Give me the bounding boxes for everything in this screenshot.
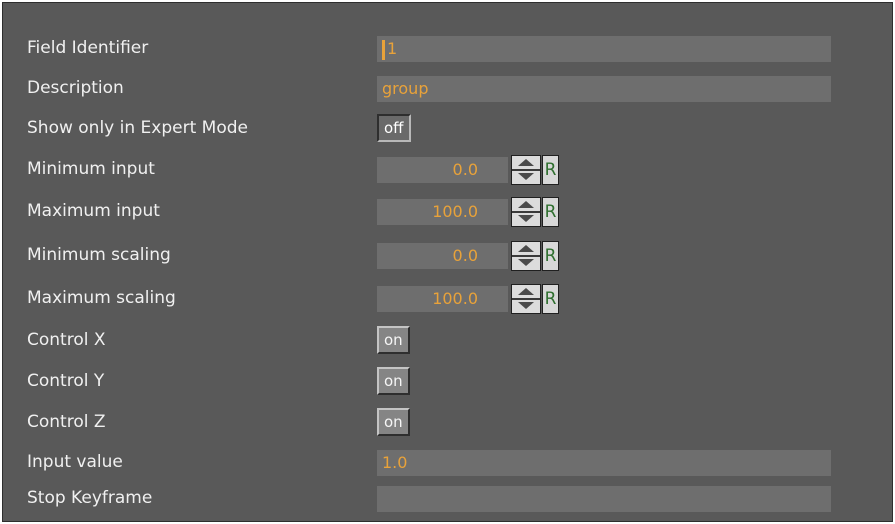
arrow-up-icon[interactable]: [518, 159, 534, 166]
minimum-input-field[interactable]: 0.0: [377, 157, 508, 183]
row-minimum-scaling: Minimum scaling 0.0 R: [3, 240, 894, 271]
minimum-scaling-reset-button[interactable]: R: [542, 241, 559, 271]
row-input-value: Input value 1.0: [3, 447, 894, 477]
arrow-down-icon[interactable]: [518, 215, 534, 222]
arrow-down-icon[interactable]: [518, 259, 534, 266]
row-control-x: Control X on: [3, 325, 894, 355]
maximum-scaling-reset-button[interactable]: R: [542, 284, 559, 314]
control-z-label: Control Z: [27, 412, 106, 432]
description-input[interactable]: group: [377, 76, 831, 102]
spinner-divider: [512, 298, 540, 300]
stop-keyframe-label: Stop Keyframe: [27, 488, 153, 508]
input-value-label: Input value: [27, 452, 123, 472]
arrow-up-icon[interactable]: [518, 245, 534, 252]
minimum-input-reset-button[interactable]: R: [542, 155, 559, 185]
maximum-input-label: Maximum input: [27, 201, 160, 221]
input-value-field[interactable]: 1.0: [377, 450, 831, 476]
arrow-down-icon[interactable]: [518, 302, 534, 309]
minimum-scaling-label: Minimum scaling: [27, 245, 171, 265]
row-control-y: Control Y on: [3, 366, 894, 396]
text-caret: [382, 39, 385, 60]
maximum-input-field[interactable]: 100.0: [377, 199, 508, 225]
row-control-z: Control Z on: [3, 407, 894, 437]
row-minimum-input: Minimum input 0.0 R: [3, 154, 894, 185]
spinner-divider: [512, 211, 540, 213]
minimum-scaling-field[interactable]: 0.0: [377, 243, 508, 269]
expert-mode-label: Show only in Expert Mode: [27, 118, 248, 138]
minimum-input-spinner[interactable]: [511, 155, 541, 185]
arrow-up-icon[interactable]: [518, 201, 534, 208]
row-description: Description group: [3, 73, 894, 103]
maximum-scaling-spinner[interactable]: [511, 284, 541, 314]
arrow-down-icon[interactable]: [518, 173, 534, 180]
control-y-toggle[interactable]: on: [377, 367, 410, 395]
maximum-scaling-field[interactable]: 100.0: [377, 286, 508, 312]
properties-panel: Field Identifier 1 Description group Sho…: [2, 2, 893, 522]
control-z-toggle[interactable]: on: [377, 408, 410, 436]
spinner-divider: [512, 255, 540, 257]
field-identifier-label: Field Identifier: [27, 38, 149, 58]
row-expert-mode: Show only in Expert Mode off: [3, 113, 894, 143]
row-maximum-input: Maximum input 100.0 R: [3, 196, 894, 227]
stop-keyframe-field[interactable]: [377, 486, 831, 512]
spinner-divider: [512, 169, 540, 171]
control-x-label: Control X: [27, 330, 106, 350]
minimum-input-label: Minimum input: [27, 159, 155, 179]
minimum-scaling-spinner[interactable]: [511, 241, 541, 271]
maximum-input-spinner[interactable]: [511, 197, 541, 227]
row-maximum-scaling: Maximum scaling 100.0 R: [3, 283, 894, 314]
expert-mode-toggle[interactable]: off: [377, 114, 411, 142]
arrow-up-icon[interactable]: [518, 288, 534, 295]
row-field-identifier: Field Identifier 1: [3, 33, 894, 63]
control-x-toggle[interactable]: on: [377, 326, 410, 354]
description-label: Description: [27, 78, 124, 98]
control-y-label: Control Y: [27, 371, 105, 391]
maximum-scaling-label: Maximum scaling: [27, 288, 176, 308]
maximum-input-reset-button[interactable]: R: [542, 197, 559, 227]
row-stop-keyframe: Stop Keyframe: [3, 483, 894, 513]
field-identifier-input[interactable]: 1: [377, 36, 831, 62]
field-identifier-value: 1: [387, 39, 398, 58]
